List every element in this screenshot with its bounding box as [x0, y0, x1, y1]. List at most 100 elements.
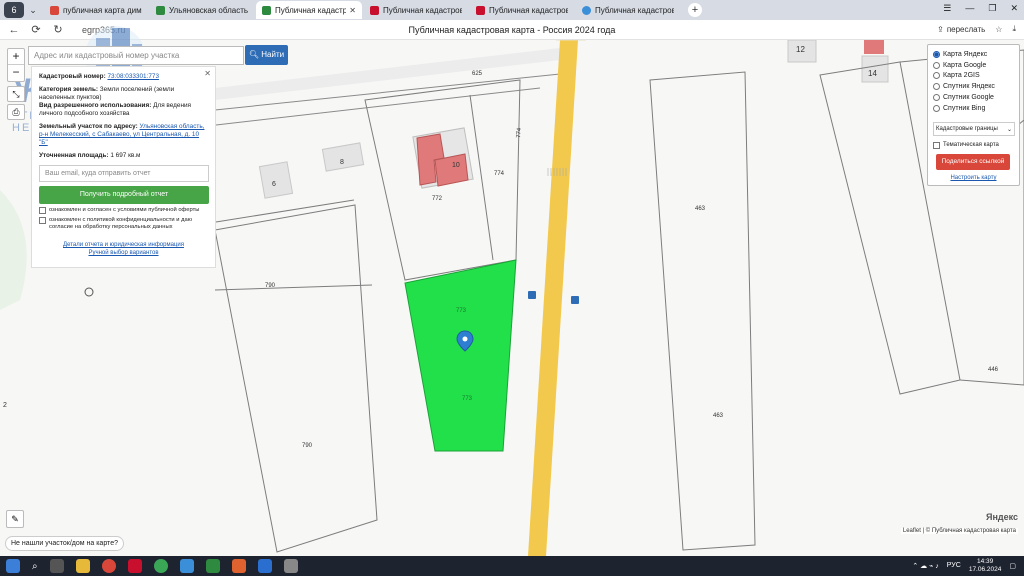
bus-stop-icon[interactable] [528, 291, 536, 299]
parcel-label: 790 [302, 443, 313, 449]
house-14[interactable] [864, 40, 884, 54]
radio-button[interactable] [933, 94, 940, 102]
consent-privacy-checkbox[interactable]: ознакомлен с политикой конфиденциальност… [39, 217, 208, 231]
map-layers-panel: Карта Яндекс Карта Google Карта 2GIS Спу… [927, 44, 1020, 186]
telegram-icon[interactable] [257, 559, 272, 573]
shield-favicon-icon [582, 5, 591, 15]
map-attribution[interactable]: Leaflet | © Публичная кадастровая карта [900, 528, 1018, 534]
yandex-logo: Яндекс [985, 512, 1018, 522]
radio-button[interactable] [933, 61, 940, 69]
parcel-label: 625 [472, 71, 483, 77]
radio-button[interactable] [933, 83, 940, 91]
checkbox[interactable] [39, 217, 46, 224]
layer-option-bing-satellite[interactable]: Спутник Bing [933, 103, 1014, 114]
tab-count-badge[interactable]: 6 [4, 2, 24, 18]
details-link[interactable]: Детали отчета и юридическая информация [39, 241, 208, 249]
search-icon[interactable]: ⌕ [32, 561, 38, 572]
checkbox[interactable] [39, 207, 46, 214]
layer-option-google-map[interactable]: Карта Google [933, 60, 1014, 71]
clock[interactable]: 14:39 17.06.2024 [969, 558, 1002, 573]
checkbox[interactable] [933, 141, 940, 149]
cad-number-label: Кадастровый номер: [39, 73, 106, 80]
url-field[interactable]: egrp365.ru [82, 25, 126, 35]
layer-option-yandex-satellite[interactable]: Спутник Яндекс [933, 81, 1014, 92]
zoom-in-button[interactable]: + [8, 49, 24, 65]
setup-map-link[interactable]: Настроить карту [933, 175, 1014, 181]
browser-tab[interactable]: Ульяновская область, р-н [150, 1, 254, 19]
chevron-down-icon[interactable]: ⌄ [26, 3, 40, 17]
browser-tab-active[interactable]: Публичная кадастровая✕ [256, 1, 362, 19]
measure-icon[interactable]: ⤡ [7, 86, 25, 102]
radio-button[interactable] [933, 72, 940, 80]
search-icon: 🔍︎ [248, 50, 262, 59]
parcel-label: 463 [713, 413, 724, 419]
refresh-icon[interactable]: ⟳ [28, 23, 44, 36]
windows-taskbar: ⌕ ⌃ ☁ ⌁ ♪ РУС 14:39 17.06.2024 ▢ [0, 556, 1024, 576]
radio-button[interactable] [933, 104, 940, 112]
yandex-icon[interactable] [127, 559, 142, 573]
app-icon[interactable] [283, 559, 298, 573]
bookmarks-icon[interactable]: ☰ [943, 3, 951, 14]
parcel-label: 463 [695, 206, 706, 212]
radio-button[interactable] [933, 50, 940, 58]
flag-favicon-icon [476, 5, 485, 15]
consent-offer-checkbox[interactable]: ознакомлен и согласен с условиями публич… [39, 207, 208, 214]
zoom-control: + − [7, 48, 25, 82]
parcel-label: 14 [868, 69, 877, 78]
yandex-browser-icon[interactable] [101, 559, 116, 573]
app-icon[interactable] [231, 559, 246, 573]
new-tab-button[interactable]: + [688, 3, 702, 17]
print-icon[interactable]: ⎙ [7, 104, 25, 120]
parcel-label: 2 [3, 402, 7, 409]
bookmark-icon[interactable]: ☆ [995, 25, 1002, 34]
close-icon[interactable]: ✕ [349, 6, 356, 15]
language-indicator[interactable]: РУС [947, 562, 961, 569]
share-page-button[interactable]: ⇪ переслать [937, 25, 985, 34]
email-field[interactable]: Ваш email, куда отправить отчет [39, 165, 209, 182]
window-controls: ☰ — ❐ ✕ [943, 3, 1018, 14]
app-icon[interactable] [205, 559, 220, 573]
notification-icon[interactable]: ▢ [1009, 562, 1016, 570]
not-found-button[interactable]: Не нашли участок/дом на карте? [5, 536, 124, 551]
close-window-icon[interactable]: ✕ [1010, 3, 1018, 14]
bus-stop-icon[interactable] [571, 296, 579, 304]
boundaries-select[interactable]: Кадастровые границы ⌄ [933, 121, 1015, 136]
zoom-out-button[interactable]: − [8, 65, 24, 81]
pencil-icon[interactable]: ✎ [6, 510, 24, 528]
download-icon[interactable]: ⤓ [1012, 24, 1016, 34]
thematic-map-checkbox[interactable]: Тематическая карта [933, 141, 1014, 149]
browser-tab[interactable]: Публичная кадастровая к [364, 1, 468, 19]
back-icon[interactable]: ← [6, 24, 22, 36]
check-favicon-icon [156, 5, 165, 15]
layer-option-2gis[interactable]: Карта 2GIS [933, 71, 1014, 82]
browser-tab[interactable]: Публичная кадастровая [576, 1, 680, 19]
page-title: Публичная кадастровая карта - Россия 202… [408, 25, 616, 35]
folder-icon[interactable] [75, 559, 90, 573]
find-button[interactable]: 🔍︎ Найти [245, 45, 288, 65]
close-icon[interactable]: ✕ [204, 70, 211, 78]
layer-option-google-satellite[interactable]: Спутник Google [933, 92, 1014, 103]
chrome-icon[interactable] [153, 559, 168, 573]
windows-start-icon[interactable] [6, 559, 20, 573]
share-link-button[interactable]: Поделиться ссылкой [936, 153, 1010, 170]
layer-option-yandex-map[interactable]: Карта Яндекс [933, 49, 1014, 60]
cad-number-link[interactable]: 73:08:033301:773 [108, 73, 160, 80]
browser-tab[interactable]: Публичная кадастровая к [470, 1, 574, 19]
get-report-button[interactable]: Получить подробный отчет [39, 186, 209, 204]
address-bar-actions: ⇪ переслать ☆ ⤓ [937, 24, 1016, 34]
minimize-icon[interactable]: — [965, 3, 974, 14]
reload-icon[interactable]: ↻ [50, 23, 66, 36]
building-6[interactable] [258, 161, 294, 199]
area-label: Уточненная площадь: [39, 152, 109, 159]
search-input[interactable]: Адрес или кадастровый номер участка [28, 46, 244, 65]
manual-choice-link[interactable]: Ручной выбор вариантов [39, 249, 208, 257]
parcel-label: 774 [516, 127, 523, 138]
house-10-ext[interactable] [434, 153, 469, 187]
parcel-label: 774 [494, 171, 505, 177]
tray-icons[interactable]: ⌃ ☁ ⌁ ♪ [912, 562, 938, 570]
task-view-icon[interactable] [49, 559, 64, 573]
maximize-icon[interactable]: ❐ [988, 3, 996, 14]
app-icon[interactable] [179, 559, 194, 573]
browser-tab[interactable]: публичная карта димитровград [44, 1, 148, 19]
parcel-label: 773 [456, 308, 467, 314]
